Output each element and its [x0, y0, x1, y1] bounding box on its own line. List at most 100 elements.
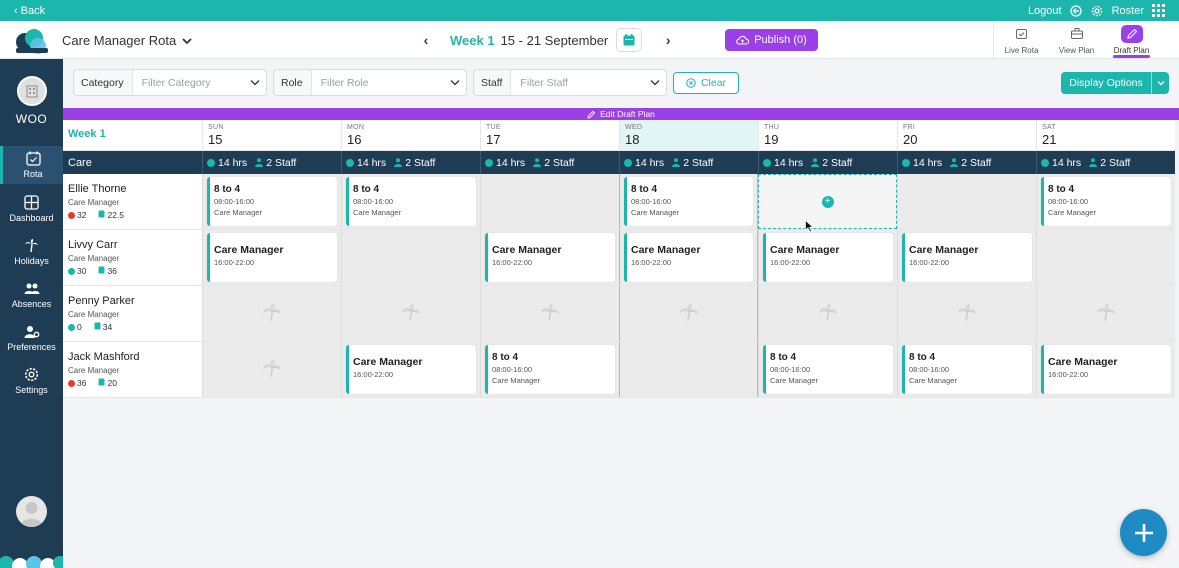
publish-button[interactable]: Publish (0) — [725, 29, 818, 51]
day-cell[interactable] — [341, 230, 480, 285]
shift-card[interactable]: Care Manager 16:00-22:00 — [763, 233, 893, 282]
sidebar-item-holidays[interactable]: Holidays — [0, 233, 63, 271]
day-cell[interactable] — [1036, 286, 1175, 341]
day-header-mon[interactable]: MON 16 — [341, 120, 480, 150]
shift-card[interactable]: Care Manager 16:00-22:00 — [485, 233, 615, 282]
day-cell[interactable]: 8 to 4 08:00-16:00 Care Manager — [480, 342, 619, 397]
sidebar-item-absences[interactable]: Absences — [0, 276, 63, 314]
day-cell[interactable] — [480, 286, 619, 341]
day-header-sun[interactable]: SUN 15 — [202, 120, 341, 150]
sidebar-item-dashboard[interactable]: Dashboard — [0, 190, 63, 228]
shift-card[interactable]: 8 to 4 08:00-16:00 Care Manager — [485, 345, 615, 394]
category-filter[interactable]: Category Filter Category — [73, 69, 267, 96]
shift-card[interactable]: Care Manager 16:00-22:00 — [207, 233, 337, 282]
day-cell[interactable]: + — [758, 174, 897, 229]
view-tabs: Live Rota View Plan Draft Plan — [993, 21, 1159, 58]
add-shift-button[interactable]: + — [821, 195, 834, 208]
day-header-sat[interactable]: SAT 21 — [1036, 120, 1175, 150]
shift-name: 8 to 4 — [770, 352, 797, 363]
day-cell[interactable]: 8 to 4 08:00-16:00 Care Manager — [1036, 174, 1175, 229]
previous-week-button[interactable]: ‹ — [418, 32, 434, 48]
logout-icon[interactable] — [1070, 4, 1083, 17]
draft-plan-banner[interactable]: Edit Draft Plan — [63, 108, 1179, 120]
shift-card[interactable]: 8 to 4 08:00-16:00 Care Manager — [902, 345, 1032, 394]
day-cell[interactable]: Care Manager 16:00-22:00 — [897, 230, 1036, 285]
day-cell[interactable]: 8 to 4 08:00-16:00 Care Manager — [758, 342, 897, 397]
day-cell[interactable]: Care Manager 16:00-22:00 — [202, 230, 341, 285]
day-cell[interactable]: Care Manager 16:00-22:00 — [480, 230, 619, 285]
tab-draft-plan[interactable]: Draft Plan — [1104, 21, 1159, 58]
day-cell[interactable]: Care Manager 16:00-22:00 — [619, 230, 758, 285]
app-logo[interactable] — [14, 27, 50, 55]
shift-time: 08:00-16:00 — [631, 197, 672, 206]
display-options-button[interactable]: Display Options — [1061, 72, 1169, 94]
hours-total: 14 hrs — [357, 156, 387, 169]
day-cell[interactable] — [619, 342, 758, 397]
shift-time: 08:00-16:00 — [214, 197, 255, 206]
shift-card[interactable]: 8 to 4 08:00-16:00 Care Manager — [1041, 177, 1171, 226]
day-header-fri[interactable]: FRI 20 — [897, 120, 1036, 150]
shift-card[interactable]: 8 to 4 08:00-16:00 Care Manager — [624, 177, 753, 226]
day-cell[interactable] — [897, 174, 1036, 229]
back-button[interactable]: ‹ Back — [14, 5, 45, 17]
add-fab-button[interactable] — [1120, 509, 1167, 556]
day-cell[interactable]: 8 to 4 08:00-16:00 Care Manager — [897, 342, 1036, 397]
document-icon — [98, 210, 105, 220]
day-cell[interactable] — [619, 286, 758, 341]
shift-card[interactable]: Care Manager 16:00-22:00 — [346, 345, 476, 394]
shift-card[interactable]: 8 to 4 08:00-16:00 Care Manager — [763, 345, 893, 394]
user-avatar[interactable] — [16, 496, 47, 527]
day-cell[interactable] — [202, 342, 341, 397]
day-cell[interactable] — [758, 286, 897, 341]
display-options-label: Display Options — [1069, 77, 1143, 89]
day-cell[interactable]: Care Manager 16:00-22:00 — [341, 342, 480, 397]
day-number: 15 — [208, 132, 223, 147]
day-cell[interactable]: 8 to 4 08:00-16:00 Care Manager — [341, 174, 480, 229]
sidebar-item-rota[interactable]: Rota — [0, 146, 63, 184]
day-header-wed[interactable]: WED 18 — [619, 120, 758, 150]
day-cell[interactable] — [341, 286, 480, 341]
gear-icon[interactable] — [1091, 4, 1104, 17]
role-filter[interactable]: Role Filter Role — [273, 69, 467, 96]
shift-card[interactable]: 8 to 4 08:00-16:00 Care Manager — [346, 177, 476, 226]
shift-time: 08:00-16:00 — [770, 365, 811, 374]
shift-card[interactable]: 8 to 4 08:00-16:00 Care Manager — [207, 177, 337, 226]
shift-name: Care Manager — [770, 244, 840, 256]
org-avatar[interactable] — [17, 76, 47, 106]
shift-name: 8 to 4 — [631, 184, 658, 195]
staff-filter[interactable]: Staff Filter Staff — [473, 69, 667, 96]
group-label-text: Care — [68, 156, 92, 169]
employee-info[interactable]: Jack Mashford Care Manager 36 20 — [63, 342, 202, 397]
day-cell[interactable]: Care Manager 16:00-22:00 — [758, 230, 897, 285]
shift-card[interactable]: Care Manager 16:00-22:00 — [624, 233, 753, 282]
employee-info[interactable]: Livvy Carr Care Manager 30 36 — [63, 230, 202, 285]
shift-card[interactable]: Care Manager 16:00-22:00 — [1041, 345, 1171, 394]
tab-live-rota[interactable]: Live Rota — [994, 21, 1049, 58]
roster-label[interactable]: Roster — [1112, 5, 1144, 17]
day-cell[interactable] — [480, 174, 619, 229]
sidebar-item-preferences[interactable]: Preferences — [0, 319, 63, 357]
logout-button[interactable]: Logout — [1028, 5, 1062, 17]
day-cell[interactable] — [897, 286, 1036, 341]
day-header-tue[interactable]: TUE 17 — [480, 120, 619, 150]
day-cell[interactable]: 8 to 4 08:00-16:00 Care Manager — [202, 174, 341, 229]
shift-time: 08:00-16:00 — [492, 365, 533, 374]
clear-filters-button[interactable]: Clear — [673, 72, 739, 94]
day-cell[interactable] — [1036, 230, 1175, 285]
day-cell[interactable] — [202, 286, 341, 341]
chevron-down-icon[interactable] — [1151, 72, 1169, 94]
role-filter-placeholder: Filter Role — [320, 76, 369, 89]
rota-selector[interactable]: Care Manager Rota — [62, 33, 192, 48]
tab-view-plan[interactable]: View Plan — [1049, 21, 1104, 58]
employee-info[interactable]: Ellie Thorne Care Manager 32 22.5 — [63, 174, 202, 229]
day-cell[interactable]: 8 to 4 08:00-16:00 Care Manager — [619, 174, 758, 229]
shift-card[interactable]: Care Manager 16:00-22:00 — [902, 233, 1032, 282]
day-cell[interactable]: Care Manager 16:00-22:00 — [1036, 342, 1175, 397]
employee-info[interactable]: Penny Parker Care Manager 0 34 — [63, 286, 202, 341]
sidebar-item-settings[interactable]: Settings — [0, 362, 63, 400]
next-week-button[interactable]: › — [660, 32, 676, 48]
day-header-thu[interactable]: THU 19 — [758, 120, 897, 150]
hours-total: 14 hrs — [496, 156, 526, 169]
calendar-picker-button[interactable] — [616, 28, 643, 52]
app-grid-icon[interactable] — [1152, 4, 1165, 17]
